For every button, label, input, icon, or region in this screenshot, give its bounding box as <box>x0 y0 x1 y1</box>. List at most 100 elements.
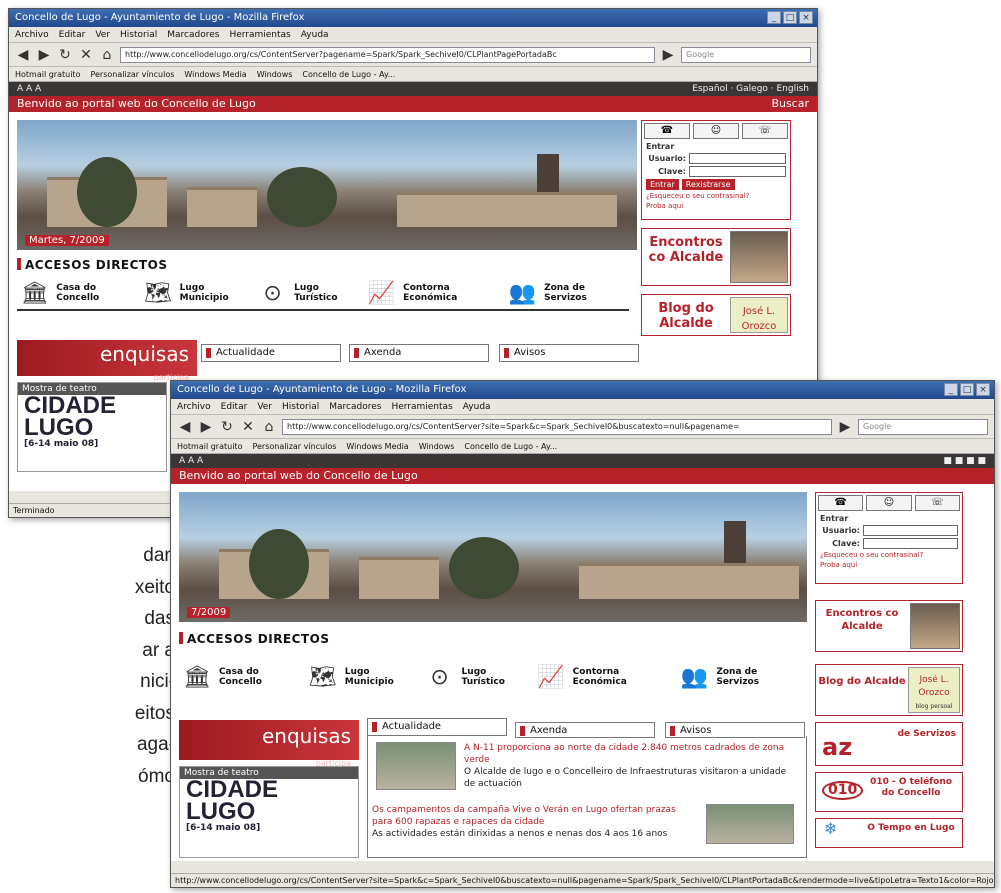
browser-window-front[interactable]: Concello de Lugo - Ayuntamiento de Lugo … <box>170 380 995 888</box>
casa-concello-link[interactable]: 🏛 Casa do Concello <box>17 280 141 311</box>
bookmark-item[interactable]: Personalizar vínculos <box>252 439 336 453</box>
tab-avisos[interactable]: Avisos <box>499 344 639 362</box>
minimize-icon[interactable]: _ <box>767 11 781 24</box>
contact-icon[interactable]: ☏ <box>742 123 788 139</box>
teatro-banner[interactable]: Mostra de teatro CIDADE LUGO [6-14 maio … <box>17 382 167 472</box>
person-icon[interactable]: ☺ <box>866 495 912 511</box>
phone-010-banner[interactable]: 010 010 - O teléfono do Concello <box>815 772 963 812</box>
weather-banner[interactable]: ❄ O Tempo en Lugo <box>815 818 963 848</box>
maximize-icon[interactable]: □ <box>783 11 797 24</box>
bookmark-item[interactable]: Hotmail gratuito <box>15 67 80 81</box>
news-image <box>706 804 794 844</box>
bookmark-item[interactable]: Hotmail gratuito <box>177 439 242 453</box>
menu-historial[interactable]: Historial <box>282 399 319 414</box>
go-icon[interactable]: ▶ <box>837 419 853 435</box>
language-selector[interactable]: Español · Galego · English <box>692 82 809 96</box>
contorna-economica-link[interactable]: 📈 Contorna Económica <box>363 280 505 311</box>
blog-alcalde-banner[interactable]: Blog do Alcalde José L. Orozco blog perso… <box>815 664 963 716</box>
menu-editar[interactable]: Editar <box>221 399 248 414</box>
close-icon[interactable]: × <box>799 11 813 24</box>
user-input[interactable] <box>689 153 786 164</box>
zona-servizos-link[interactable]: 👥 Zona de Servizos <box>676 664 803 693</box>
window-titlebar[interactable]: Concello de Lugo - Ayuntamiento de Lugo … <box>171 381 994 399</box>
blog-alcalde-banner[interactable]: Blog do Alcalde José L. Orozco <box>641 294 791 336</box>
menu-editar[interactable]: Editar <box>59 27 86 42</box>
back-arrow-icon[interactable]: ◀ <box>15 47 31 63</box>
test-link[interactable]: Proba aquí <box>816 560 962 570</box>
tab-actualidade[interactable]: Actualidade <box>201 344 341 362</box>
lugo-turistico-link[interactable]: ⊙ Lugo Turístico <box>254 280 364 311</box>
register-button[interactable]: Rexistrarse <box>681 179 735 190</box>
maximize-icon[interactable]: □ <box>960 383 974 396</box>
menu-historial[interactable]: Historial <box>120 27 157 42</box>
news-item[interactable]: A N-11 proporciona ao norte da cidade 2.… <box>372 742 797 800</box>
enter-button[interactable]: Entrar <box>646 179 679 190</box>
menu-ver[interactable]: Ver <box>95 27 110 42</box>
phone-icon[interactable]: ☎ <box>644 123 690 139</box>
menu-herramientas[interactable]: Herramientas <box>229 27 290 42</box>
close-icon[interactable]: × <box>976 383 990 396</box>
lugo-turistico-link[interactable]: ⊙ Lugo Turístico <box>422 664 533 693</box>
forward-arrow-icon[interactable]: ▶ <box>36 47 52 63</box>
password-input[interactable] <box>863 538 958 549</box>
password-input[interactable] <box>689 166 786 177</box>
forward-arrow-icon[interactable]: ▶ <box>198 419 214 435</box>
menu-ayuda[interactable]: Ayuda <box>463 399 491 414</box>
menu-ayuda[interactable]: Ayuda <box>301 27 329 42</box>
bookmark-item[interactable]: Windows <box>419 439 455 453</box>
encontros-alcalde-banner[interactable]: Encontros co Alcalde <box>815 600 963 652</box>
forgot-password-link[interactable]: ¿Esqueceu o seu contrasinal? <box>816 550 962 560</box>
tab-actualidade[interactable]: Actualidade <box>367 718 507 736</box>
search-box[interactable]: Google <box>681 46 811 63</box>
menu-archivo[interactable]: Archivo <box>177 399 211 414</box>
contorna-economica-link[interactable]: 📈 Contorna Económica <box>533 664 677 693</box>
bookmark-item[interactable]: Concello de Lugo - Ay... <box>464 439 557 453</box>
forgot-password-link[interactable]: ¿Esqueceu o seu contrasinal? <box>642 191 790 201</box>
phone-icon[interactable]: ☎ <box>818 495 864 511</box>
menu-marcadores[interactable]: Marcadores <box>329 399 381 414</box>
color-swatches[interactable]: ■ ■ ■ ■ <box>943 454 986 468</box>
menu-ver[interactable]: Ver <box>257 399 272 414</box>
url-bar[interactable]: http://www.concellodelugo.org/cs/Content… <box>120 46 655 63</box>
font-size-controls[interactable]: A A A <box>179 454 203 468</box>
font-size-controls[interactable]: A A A <box>17 82 41 96</box>
stop-icon[interactable]: ✕ <box>78 47 94 63</box>
bookmark-item[interactable]: Windows Media <box>346 439 408 453</box>
stop-icon[interactable]: ✕ <box>240 419 256 435</box>
bookmark-item[interactable]: Windows <box>257 67 293 81</box>
search-link[interactable]: Buscar <box>771 96 809 112</box>
enquisas-banner[interactable]: enquisas participa <box>179 720 359 768</box>
news-item[interactable]: Os campamentos da campaña Vive o Verán e… <box>372 804 797 854</box>
user-input[interactable] <box>863 525 958 536</box>
reload-icon[interactable]: ↻ <box>57 47 73 63</box>
url-bar[interactable]: http://www.concellodelugo.org/cs/Content… <box>282 418 832 435</box>
bookmark-item[interactable]: Windows Media <box>184 67 246 81</box>
lugo-municipio-link[interactable]: 🗺 Lugo Municipio <box>305 664 422 693</box>
minimize-icon[interactable]: _ <box>944 383 958 396</box>
back-arrow-icon[interactable]: ◀ <box>177 419 193 435</box>
home-icon[interactable]: ⌂ <box>261 419 277 435</box>
zona-servizos-link[interactable]: 👥 Zona de Servizos <box>504 280 629 311</box>
home-icon[interactable]: ⌂ <box>99 47 115 63</box>
news-title[interactable]: Os campamentos da campaña Vive o Verán e… <box>372 804 692 828</box>
contact-icon[interactable]: ☏ <box>914 495 960 511</box>
person-icon[interactable]: ☺ <box>693 123 739 139</box>
search-box[interactable]: Google <box>858 418 988 435</box>
news-title[interactable]: A N-11 proporciona ao norte da cidade 2.… <box>464 742 797 766</box>
menu-herramientas[interactable]: Herramientas <box>391 399 452 414</box>
bookmark-item[interactable]: Concello de Lugo - Ay... <box>302 67 395 81</box>
teatro-banner[interactable]: Mostra de teatro CIDADE LUGO [6-14 maio … <box>179 766 359 858</box>
bookmark-item[interactable]: Personalizar vínculos <box>90 67 174 81</box>
window-titlebar[interactable]: Concello de Lugo - Ayuntamiento de Lugo … <box>9 9 817 27</box>
enquisas-banner[interactable]: enquisas participa <box>17 340 197 382</box>
test-link[interactable]: Proba aquí <box>642 201 790 211</box>
encontros-alcalde-banner[interactable]: Encontros co Alcalde <box>641 228 791 286</box>
menu-archivo[interactable]: Archivo <box>15 27 49 42</box>
lugo-municipio-link[interactable]: 🗺 Lugo Municipio <box>140 280 255 311</box>
menu-marcadores[interactable]: Marcadores <box>167 27 219 42</box>
az-servizos-banner[interactable]: az de Servizos <box>815 722 963 766</box>
casa-concello-link[interactable]: 🏛 Casa do Concello <box>179 664 305 693</box>
go-icon[interactable]: ▶ <box>660 47 676 63</box>
tab-axenda[interactable]: Axenda <box>349 344 489 362</box>
reload-icon[interactable]: ↻ <box>219 419 235 435</box>
